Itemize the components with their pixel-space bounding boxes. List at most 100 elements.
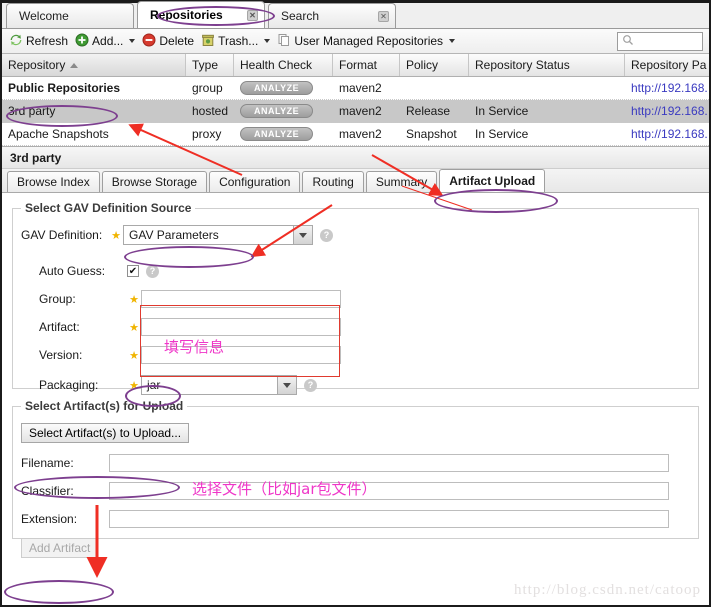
help-icon[interactable]: ? [320, 228, 333, 242]
chevron-down-icon [129, 39, 136, 43]
refresh-icon [9, 33, 23, 50]
cell-health-check: ANALYZE [234, 81, 333, 95]
column-header-policy[interactable]: Policy [400, 54, 469, 76]
version-input[interactable] [141, 346, 341, 364]
tab-search[interactable]: Search ✕ [268, 3, 396, 28]
auto-guess-checkbox[interactable]: ✔ [127, 265, 139, 277]
gav-definition-select[interactable]: GAV Parameters [123, 225, 313, 245]
cell-status: In Service [475, 127, 529, 141]
cell-health-check: ANALYZE [234, 127, 333, 141]
add-artifact-button[interactable]: Add Artifact [21, 538, 99, 558]
packaging-select[interactable]: jar [141, 375, 297, 395]
repository-path-link[interactable]: http://192.168. [631, 127, 708, 141]
group-input[interactable] [141, 290, 341, 308]
column-label: Type [192, 58, 219, 72]
column-label: Format [339, 58, 378, 72]
cell-repository: 3rd party [8, 104, 56, 118]
column-header-type[interactable]: Type [186, 54, 234, 76]
artifact-input[interactable] [141, 318, 341, 336]
table-row[interactable]: Public Repositories group ANALYZE maven2… [2, 77, 709, 100]
gav-section-legend: Select GAV Definition Source [25, 201, 192, 215]
column-header-repository[interactable]: Repository [2, 54, 186, 76]
column-label: Repository [8, 58, 66, 72]
trash-button[interactable]: Trash... [199, 31, 275, 52]
tab-configuration[interactable]: Configuration [209, 171, 301, 192]
column-label: Policy [406, 58, 439, 72]
add-label: Add... [92, 34, 124, 48]
tab-label: Summary [375, 175, 428, 189]
tab-label: Artifact Upload [449, 174, 536, 188]
column-header-health-check[interactable]: Health Check [234, 54, 333, 76]
column-header-format[interactable]: Format [333, 54, 400, 76]
cell-policy: Snapshot [406, 127, 457, 141]
copy-pages-icon [277, 33, 291, 50]
nexus-window: Welcome Repositories ✕ Search ✕ Refresh … [0, 0, 711, 607]
tab-routing[interactable]: Routing [302, 171, 364, 192]
cell-format: maven2 [339, 104, 382, 118]
tab-repositories[interactable]: Repositories ✕ [137, 1, 265, 28]
analyze-button[interactable]: ANALYZE [240, 104, 314, 118]
delete-button[interactable]: Delete [140, 31, 199, 52]
chevron-down-icon[interactable] [293, 226, 312, 244]
artifact-upload-section: Select Artifact(s) for Upload Select Art… [12, 399, 699, 558]
cell-format: maven2 [339, 81, 382, 95]
cell-format: maven2 [339, 127, 382, 141]
column-header-repository-status[interactable]: Repository Status [469, 54, 625, 76]
extension-label: Extension: [21, 512, 78, 526]
tab-summary[interactable]: Summary [365, 171, 438, 192]
cell-repository-path[interactable]: http://192.168. [625, 81, 709, 95]
cell-type: hosted [192, 104, 229, 118]
sort-ascending-icon [70, 62, 79, 68]
close-icon[interactable]: ✕ [378, 10, 389, 22]
packaging-value: jar [147, 378, 161, 392]
analyze-button[interactable]: ANALYZE [240, 81, 314, 95]
classifier-input[interactable] [109, 482, 669, 500]
required-star-icon: ★ [129, 379, 139, 392]
delete-circle-icon [142, 33, 156, 50]
tab-browse-storage[interactable]: Browse Storage [101, 171, 208, 192]
tab-welcome[interactable]: Welcome [6, 3, 134, 28]
repository-path-link[interactable]: http://192.168. [631, 104, 708, 118]
artifact-upload-panel: Select GAV Definition Source GAV Definit… [2, 193, 709, 558]
help-icon[interactable]: ? [304, 378, 317, 392]
column-header-repository-path[interactable]: Repository Pa [625, 54, 709, 76]
detail-tab-strip: Browse Index Browse Storage Configuratio… [2, 169, 709, 193]
user-managed-label: User Managed Repositories [294, 34, 444, 48]
repositories-toolbar: Refresh Add... Delete Trash... User Mana… [2, 29, 709, 54]
add-circle-icon [75, 33, 89, 50]
chevron-down-icon [449, 39, 456, 43]
artifact-section-legend: Select Artifact(s) for Upload [25, 399, 184, 413]
trash-label: Trash... [218, 34, 259, 48]
refresh-button[interactable]: Refresh [7, 31, 73, 52]
repository-path-link[interactable]: http://192.168. [631, 81, 708, 95]
table-row[interactable]: Apache Snapshots proxy ANALYZE maven2 Sn… [2, 123, 709, 146]
gav-definition-section: Select GAV Definition Source GAV Definit… [12, 201, 699, 395]
search-input[interactable] [617, 32, 703, 51]
cell-repository-path[interactable]: http://192.168. [625, 104, 709, 118]
cell-repository-path[interactable]: http://192.168. [625, 127, 709, 141]
close-icon[interactable]: ✕ [247, 9, 258, 21]
column-label: Health Check [240, 58, 313, 72]
cell-status: In Service [475, 104, 529, 118]
tab-label: Browse Index [17, 175, 90, 189]
analyze-button[interactable]: ANALYZE [240, 127, 314, 141]
help-icon[interactable]: ? [146, 264, 159, 278]
search-field[interactable] [634, 34, 696, 49]
repository-table-header: Repository Type Health Check Format Poli… [2, 54, 709, 77]
repository-table-body: Public Repositories group ANALYZE maven2… [2, 77, 709, 146]
tab-artifact-upload[interactable]: Artifact Upload [439, 169, 546, 192]
required-star-icon: ★ [129, 321, 139, 334]
cell-repository: Public Repositories [8, 81, 121, 95]
table-row[interactable]: 3rd party hosted ANALYZE maven2 Release … [2, 100, 709, 123]
refresh-label: Refresh [26, 34, 69, 48]
classifier-label: Classifier: [21, 484, 74, 498]
artifact-label: Artifact: [39, 320, 80, 334]
tab-browse-index[interactable]: Browse Index [7, 171, 100, 192]
chevron-down-icon[interactable] [277, 376, 296, 394]
user-managed-repositories-button[interactable]: User Managed Repositories [275, 31, 460, 52]
extension-input[interactable] [109, 510, 669, 528]
add-button[interactable]: Add... [73, 31, 140, 52]
cell-repository: Apache Snapshots [8, 127, 109, 141]
filename-input[interactable] [109, 454, 669, 472]
select-artifacts-button[interactable]: Select Artifact(s) to Upload... [21, 423, 190, 443]
